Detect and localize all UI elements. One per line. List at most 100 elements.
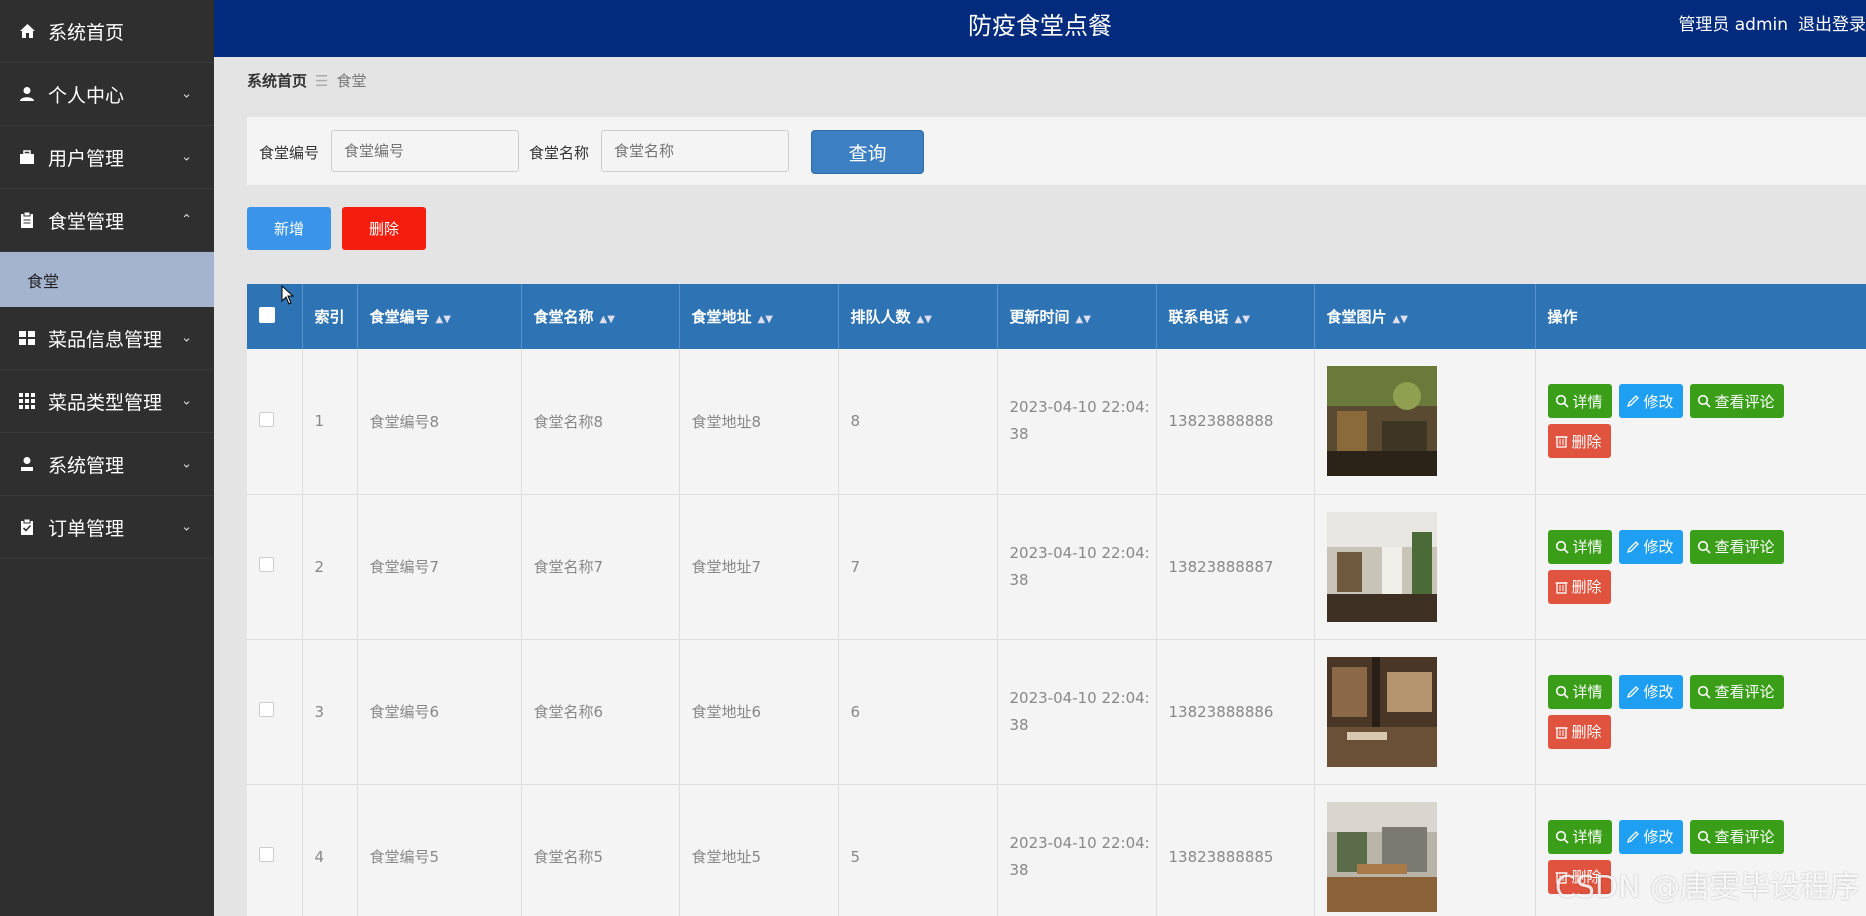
- add-button[interactable]: 新增: [247, 207, 331, 250]
- chevron-down-icon: ⌄: [181, 393, 192, 409]
- sidebar-item-home[interactable]: 系统首页: [0, 0, 214, 63]
- search-icon: [1555, 830, 1569, 844]
- pencil-icon: [1626, 540, 1639, 553]
- breadcrumb: 系统首页 ☰ 食堂: [247, 70, 366, 91]
- sort-icon[interactable]: ▲▼: [758, 314, 773, 325]
- breadcrumb-separator: ☰: [315, 72, 329, 90]
- detail-button[interactable]: 详情: [1547, 674, 1612, 709]
- logout-link[interactable]: 退出登录: [1798, 15, 1866, 35]
- view-comments-button[interactable]: 查看评论: [1689, 819, 1784, 854]
- batch-delete-button[interactable]: 删除: [342, 207, 426, 250]
- queue-cell: 7: [838, 494, 998, 640]
- search-icon: [1555, 395, 1569, 408]
- sidebar-item-label: 用户管理: [48, 147, 125, 170]
- sidebar-subitem-label: 食堂: [27, 271, 60, 291]
- sidebar-item-orders[interactable]: 订单管理 ⌄: [0, 496, 214, 559]
- phone-cell: 13823888888: [1156, 349, 1315, 495]
- table-header: 索引 食堂编号 ▲▼ 食堂名称 ▲▼ 食堂地址 ▲▼ 排队人数 ▲▼ 更新时间 ▲▼ 联系…: [247, 284, 1866, 349]
- user-area: 管理员 admin 退出登录: [1668, 0, 1866, 50]
- column-header[interactable]: 食堂编号 ▲▼: [357, 284, 522, 349]
- canteen-table: 索引 食堂编号 ▲▼ 食堂名称 ▲▼ 食堂地址 ▲▼ 排队人数 ▲▼ 更新时间 ▲▼ 联系…: [247, 284, 1866, 916]
- delete-button[interactable]: 删除: [1547, 569, 1611, 604]
- image-cell: [1314, 784, 1536, 916]
- search-icon: [1555, 540, 1569, 554]
- column-header[interactable]: 食堂地址 ▲▼: [679, 284, 839, 349]
- name-cell: 食堂名称5: [521, 784, 680, 916]
- row-checkbox[interactable]: [259, 702, 274, 717]
- image-cell: [1314, 349, 1536, 495]
- sidebar-item-dish-info[interactable]: 菜品信息管理 ⌄: [0, 307, 214, 370]
- view-comments-button[interactable]: 查看评论: [1689, 529, 1784, 564]
- delete-button[interactable]: 删除: [1547, 424, 1611, 459]
- sort-icon[interactable]: ▲▼: [1076, 314, 1091, 325]
- delete-button[interactable]: 删除: [1547, 714, 1611, 749]
- chevron-down-icon: ⌄: [181, 519, 192, 535]
- address-cell: 食堂地址6: [679, 639, 839, 785]
- query-button[interactable]: 查询: [811, 130, 924, 174]
- canteen-image[interactable]: [1326, 366, 1437, 477]
- canteen-code-input[interactable]: [331, 130, 519, 172]
- edit-button[interactable]: 修改: [1618, 674, 1683, 709]
- phone-cell: 13823888886: [1156, 639, 1315, 785]
- canteen-image[interactable]: [1326, 656, 1437, 767]
- row-checkbox[interactable]: [259, 847, 274, 862]
- sidebar-item-personal[interactable]: 个人中心 ⌄: [0, 63, 214, 126]
- phone-cell: 13823888885: [1156, 784, 1315, 916]
- row-checkbox[interactable]: [259, 557, 274, 572]
- edit-button[interactable]: 修改: [1618, 384, 1683, 419]
- breadcrumb-home[interactable]: 系统首页: [247, 72, 307, 90]
- pencil-icon: [1626, 685, 1639, 698]
- ops-cell: 详情 修改 查看评论 删除: [1535, 349, 1866, 495]
- code-cell: 食堂编号8: [357, 349, 522, 495]
- pencil-icon: [1626, 830, 1639, 843]
- sort-icon[interactable]: ▲▼: [1393, 314, 1408, 325]
- canteen-name-input[interactable]: [601, 130, 789, 172]
- column-header[interactable]: 食堂名称 ▲▼: [521, 284, 680, 349]
- queue-cell: 8: [838, 349, 998, 495]
- detail-button[interactable]: 详情: [1547, 529, 1612, 564]
- sidebar-item-canteen[interactable]: 食堂管理 ⌃: [0, 189, 214, 252]
- detail-button[interactable]: 详情: [1547, 384, 1612, 419]
- sort-icon[interactable]: ▲▼: [917, 314, 932, 325]
- person-icon: [18, 455, 36, 473]
- sort-icon[interactable]: ▲▼: [436, 314, 451, 325]
- sidebar-item-users[interactable]: 用户管理 ⌄: [0, 126, 214, 189]
- edit-button[interactable]: 修改: [1618, 819, 1683, 854]
- index-cell: 3: [302, 639, 358, 785]
- chevron-down-icon: ⌄: [181, 330, 192, 346]
- sidebar-subitem-canteen[interactable]: 食堂: [0, 252, 214, 307]
- index-cell: 1: [302, 349, 358, 495]
- ops-cell: 详情 修改 查看评论 删除: [1535, 494, 1866, 640]
- column-header[interactable]: 联系电话 ▲▼: [1156, 284, 1315, 349]
- sidebar-item-dish-type[interactable]: 菜品类型管理 ⌄: [0, 370, 214, 433]
- sort-icon[interactable]: ▲▼: [600, 314, 615, 325]
- view-comments-button[interactable]: 查看评论: [1689, 674, 1784, 709]
- column-header[interactable]: 排队人数 ▲▼: [838, 284, 998, 349]
- code-cell: 食堂编号5: [357, 784, 522, 916]
- sidebar-item-system[interactable]: 系统管理 ⌄: [0, 433, 214, 496]
- chevron-down-icon: ⌄: [181, 86, 192, 102]
- breadcrumb-current: 食堂: [336, 72, 367, 90]
- search-icon: [1555, 685, 1569, 699]
- name-cell: 食堂名称7: [521, 494, 680, 640]
- phone-cell: 13823888887: [1156, 494, 1315, 640]
- trash-icon: [1555, 581, 1567, 594]
- chevron-up-icon: ⌃: [181, 212, 192, 228]
- search-icon: [1697, 685, 1711, 699]
- row-checkbox[interactable]: [259, 411, 274, 427]
- name-cell: 食堂名称6: [521, 639, 680, 785]
- code-cell: 食堂编号7: [357, 494, 522, 640]
- canteen-image[interactable]: [1326, 511, 1437, 622]
- table-row: 2 食堂编号7 食堂名称7 食堂地址7 7 2023-04-10 22:04: 3…: [247, 494, 1866, 640]
- column-header[interactable]: 更新时间 ▲▼: [997, 284, 1157, 349]
- sort-icon[interactable]: ▲▼: [1235, 314, 1250, 325]
- detail-button[interactable]: 详情: [1547, 819, 1612, 854]
- column-header[interactable]: 食堂图片 ▲▼: [1314, 284, 1536, 349]
- chevron-down-icon: ⌄: [181, 456, 192, 472]
- canteen-image[interactable]: [1326, 801, 1437, 912]
- select-all-checkbox[interactable]: [259, 306, 275, 323]
- edit-button[interactable]: 修改: [1618, 529, 1683, 564]
- table-row: 3 食堂编号6 食堂名称6 食堂地址6 6 2023-04-10 22:04: 3…: [247, 639, 1866, 785]
- view-comments-button[interactable]: 查看评论: [1689, 384, 1784, 419]
- name-cell: 食堂名称8: [521, 349, 680, 495]
